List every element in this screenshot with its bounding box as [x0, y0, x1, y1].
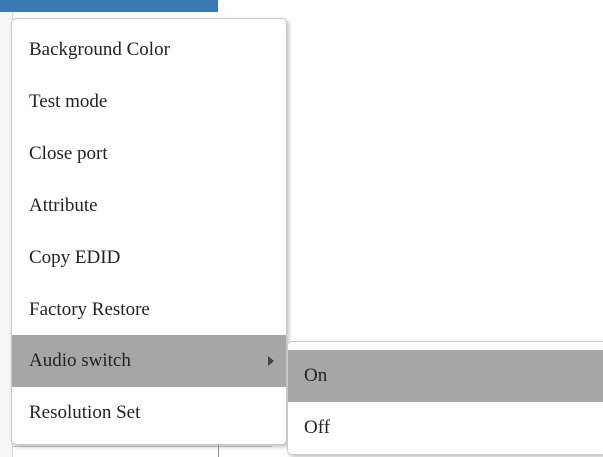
menu-item-factory-restore[interactable]: Factory Restore [12, 284, 286, 336]
menu-item-label: Copy EDID [29, 247, 121, 268]
menu-item-resolution-set[interactable]: Resolution Set [12, 387, 286, 439]
screen: Background Color Test mode Close port At… [0, 0, 603, 457]
submenu-item-label: On [304, 365, 328, 386]
menu-item-label: Close port [29, 143, 108, 164]
submenu-item-on[interactable]: On [288, 350, 603, 402]
chevron-right-icon [268, 356, 274, 366]
background-border-line [12, 446, 272, 447]
menu-item-audio-switch[interactable]: Audio switch [12, 335, 286, 387]
menu-item-label: Attribute [29, 195, 98, 216]
context-menu: Background Color Test mode Close port At… [11, 18, 287, 445]
menu-item-copy-edid[interactable]: Copy EDID [12, 232, 286, 284]
menu-item-attribute[interactable]: Attribute [12, 180, 286, 232]
menu-item-background-color[interactable]: Background Color [12, 24, 286, 76]
submenu-item-label: Off [304, 417, 331, 438]
menu-item-label: Resolution Set [29, 402, 141, 423]
menu-item-label: Test mode [29, 91, 108, 112]
menu-item-label: Factory Restore [29, 299, 150, 320]
menu-item-label: Background Color [29, 39, 170, 60]
submenu-item-off[interactable]: Off [288, 402, 603, 454]
menu-item-test-mode[interactable]: Test mode [12, 76, 286, 128]
background-title-bar [0, 0, 218, 12]
menu-item-close-port[interactable]: Close port [12, 128, 286, 180]
menu-item-label: Audio switch [29, 350, 131, 371]
audio-switch-submenu: On Off [287, 341, 603, 455]
